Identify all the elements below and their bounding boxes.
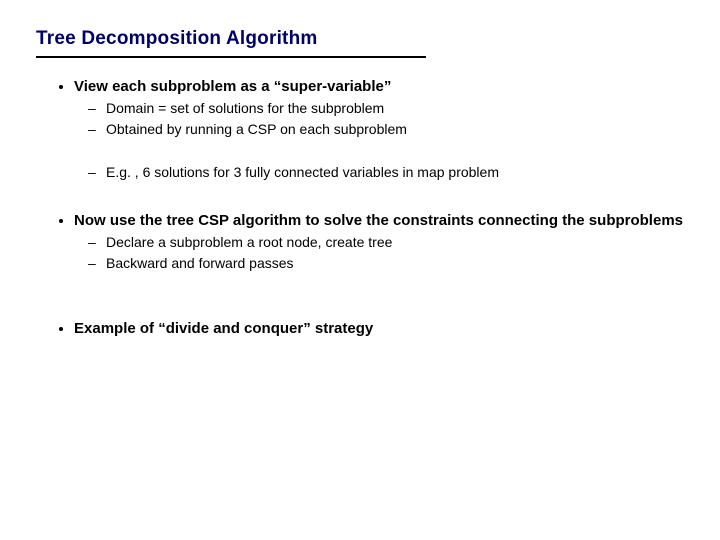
title-underline (36, 56, 426, 58)
sub-item: Obtained by running a CSP on each subpro… (106, 120, 684, 139)
bullet-list: View each subproblem as a “super-variabl… (36, 78, 684, 337)
sub-item: Domain = set of solutions for the subpro… (106, 99, 684, 118)
slide: Tree Decomposition Algorithm View each s… (0, 0, 720, 363)
sub-list: Domain = set of solutions for the subpro… (74, 99, 684, 182)
sub-list: Declare a subproblem a root node, create… (74, 233, 684, 273)
sub-item: E.g. , 6 solutions for 3 fully connected… (106, 163, 684, 182)
bullet-text: Now use the tree CSP algorithm to solve … (74, 212, 683, 229)
slide-title: Tree Decomposition Algorithm (36, 28, 684, 50)
bullet-item: Example of “divide and conquer” strategy (74, 320, 684, 337)
sub-item: Backward and forward passes (106, 254, 684, 273)
bullet-item: View each subproblem as a “super-variabl… (74, 78, 684, 182)
bullet-text: View each subproblem as a “super-variabl… (74, 78, 391, 95)
bullet-text: Example of “divide and conquer” strategy (74, 320, 373, 337)
bullet-item: Now use the tree CSP algorithm to solve … (74, 212, 684, 273)
sub-item: Declare a subproblem a root node, create… (106, 233, 684, 252)
